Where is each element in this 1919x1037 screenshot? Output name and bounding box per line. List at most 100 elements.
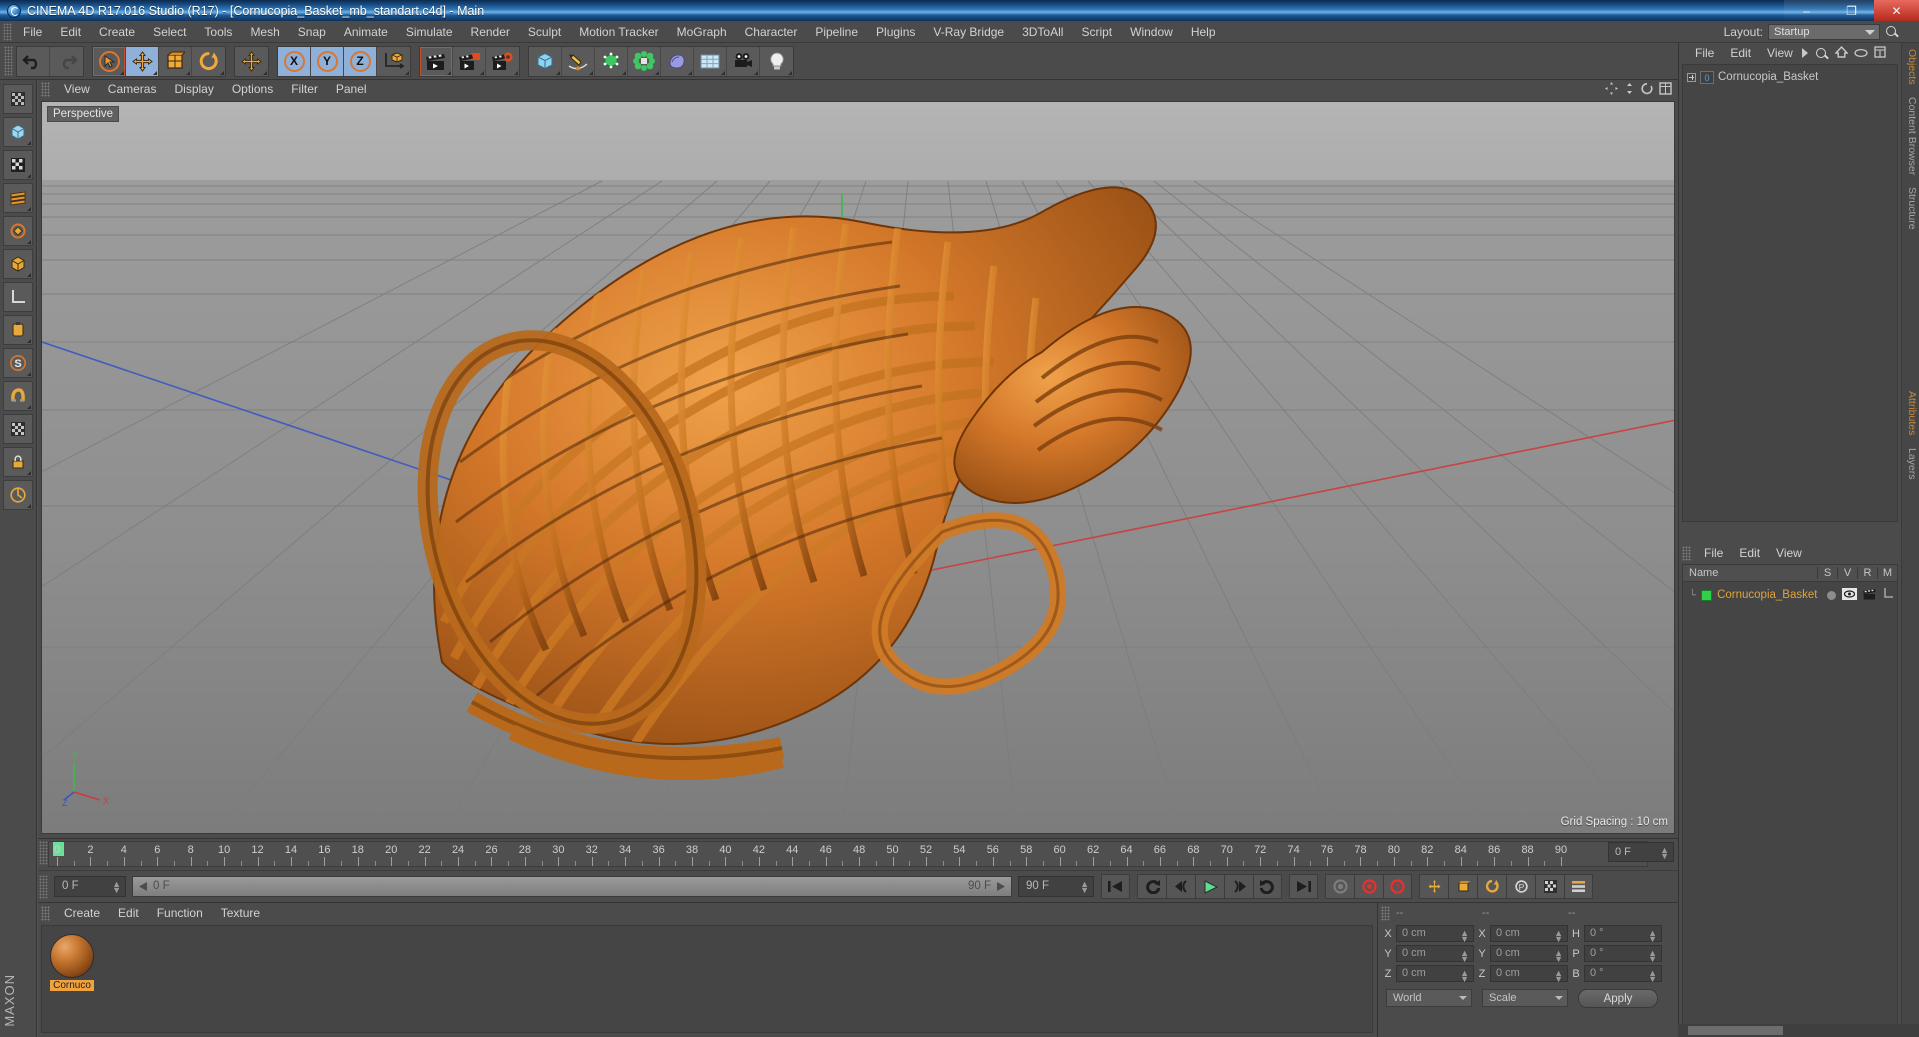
spinner-icon[interactable]: ▲ ▼ <box>112 880 121 895</box>
menu-vray-bridge[interactable]: V-Ray Bridge <box>924 21 1013 43</box>
layer-icon[interactable] <box>1884 588 1893 602</box>
rotate-view-icon[interactable] <box>1641 82 1654 95</box>
axis-mode-icon[interactable] <box>3 282 33 312</box>
right-panel-scrollbar[interactable] <box>1678 1024 1919 1037</box>
position-key-icon[interactable] <box>1419 874 1448 899</box>
spinner-icon[interactable]: ▲ ▼ <box>1554 929 1563 944</box>
spinner-icon[interactable]: ▲ ▼ <box>1648 929 1657 944</box>
model-mode-icon[interactable] <box>3 249 33 279</box>
coordinate-mode-dropdown[interactable]: Scale <box>1482 989 1568 1007</box>
generator-icon[interactable] <box>595 46 628 76</box>
home-icon[interactable] <box>1834 45 1849 61</box>
rotation-p-field[interactable]: 0 ° ▲ ▼ <box>1584 945 1662 964</box>
keyframe-help-icon[interactable]: ? <box>1383 874 1412 899</box>
viewport-menu-view[interactable]: View <box>55 80 99 99</box>
menu-plugins[interactable]: Plugins <box>867 21 924 43</box>
spinner-icon[interactable]: ▲ ▼ <box>1648 969 1657 984</box>
object-tree-item[interactable]: 0 Cornucopia_Basket <box>1683 68 1897 86</box>
light-icon[interactable] <box>760 47 793 76</box>
selection-dot-icon[interactable] <box>1827 590 1836 600</box>
spinner-icon[interactable]: ▲ ▼ <box>1460 949 1469 964</box>
toolbar-grip[interactable] <box>4 46 13 76</box>
deformer-icon[interactable] <box>628 46 661 76</box>
maximize-button[interactable]: ❐ <box>1829 0 1874 21</box>
render-view-icon[interactable] <box>420 46 453 76</box>
play-reverse-loop-icon[interactable] <box>1137 874 1166 899</box>
menu-snap[interactable]: Snap <box>289 21 335 43</box>
menu-mesh[interactable]: Mesh <box>241 21 288 43</box>
expand-toggle-icon[interactable] <box>1687 72 1696 82</box>
scale-key-icon[interactable] <box>1448 874 1477 899</box>
pla-key-icon[interactable] <box>1535 874 1564 899</box>
menu-edit[interactable]: Edit <box>51 21 90 43</box>
menu-simulate[interactable]: Simulate <box>397 21 462 43</box>
menu-create[interactable]: Create <box>90 21 144 43</box>
go-to-start-icon[interactable] <box>1101 874 1130 899</box>
render-visibility-icon[interactable] <box>1863 588 1878 603</box>
autokey-icon[interactable] <box>1354 874 1383 899</box>
menu-file[interactable]: File <box>14 21 51 43</box>
viewport-menu-panel[interactable]: Panel <box>327 80 376 99</box>
position-z-field[interactable]: 0 cm ▲ ▼ <box>1396 965 1474 984</box>
preview-range-slider[interactable]: 0 F 90 F <box>132 876 1012 897</box>
menu-script[interactable]: Script <box>1072 21 1121 43</box>
close-button[interactable]: ✕ <box>1874 0 1919 21</box>
rotate-icon[interactable] <box>192 47 225 76</box>
size-x-field[interactable]: 0 cm ▲ ▼ <box>1490 925 1568 944</box>
viewport-menu-filter[interactable]: Filter <box>282 80 327 99</box>
end-frame-field[interactable]: 90 F ▲ ▼ <box>1018 876 1094 897</box>
search-icon[interactable] <box>1815 47 1829 61</box>
record-active-objects-icon[interactable] <box>1325 874 1354 899</box>
go-to-end-icon[interactable] <box>1289 874 1318 899</box>
menu-animate[interactable]: Animate <box>335 21 397 43</box>
side-tab-structure[interactable]: Structure <box>1902 181 1919 236</box>
spinner-icon[interactable]: ▲ ▼ <box>1660 846 1669 861</box>
timeline-frame-field[interactable]: 0 F ▲ ▼ <box>1608 842 1674 862</box>
size-y-field[interactable]: 0 cm ▲ ▼ <box>1490 945 1568 964</box>
apply-button[interactable]: Apply <box>1578 988 1658 1008</box>
polygons-mode-icon[interactable] <box>3 216 33 246</box>
y-axis-icon[interactable]: Y <box>311 46 344 76</box>
viewport-solo-icon[interactable] <box>3 414 33 444</box>
pan-view-icon[interactable] <box>1605 82 1618 95</box>
material-list-area[interactable]: Cornuco <box>41 925 1373 1033</box>
coordinates-grip[interactable] <box>1381 905 1390 921</box>
viewport-menu-display[interactable]: Display <box>165 80 222 99</box>
render-settings-icon[interactable] <box>486 47 519 76</box>
x-axis-icon[interactable]: X <box>278 46 311 76</box>
loop-forward-icon[interactable] <box>1253 874 1282 899</box>
viewport-menu-grip[interactable] <box>41 82 50 97</box>
material-menu-function[interactable]: Function <box>148 903 212 923</box>
fit-icon[interactable] <box>1874 46 1886 61</box>
scrollbar-thumb[interactable] <box>1688 1026 1783 1035</box>
coordinate-system-dropdown[interactable]: World <box>1386 989 1472 1007</box>
menu-motion-tracker[interactable]: Motion Tracker <box>570 21 667 43</box>
position-x-field[interactable]: 0 cm ▲ ▼ <box>1396 925 1474 944</box>
rotation-h-field[interactable]: 0 ° ▲ ▼ <box>1584 925 1662 944</box>
object-mode-icon[interactable] <box>3 117 33 147</box>
size-z-field[interactable]: 0 cm ▲ ▼ <box>1490 965 1568 984</box>
menu-character[interactable]: Character <box>736 21 807 43</box>
cube-primitive-icon[interactable] <box>529 46 562 76</box>
side-tab-content-browser[interactable]: Content Browser <box>1902 91 1919 181</box>
side-tab-objects[interactable]: Objects <box>1902 43 1919 91</box>
points-mode-icon[interactable] <box>3 150 33 180</box>
menu-window[interactable]: Window <box>1121 21 1182 43</box>
attributes-list[interactable]: Name S V R M └ Cornucopia_Basket <box>1682 564 1898 1034</box>
current-frame-field[interactable]: 0 F ▲ ▼ <box>54 876 126 897</box>
texture-axis-icon[interactable] <box>3 84 33 114</box>
minimize-button[interactable]: – <box>1784 0 1829 21</box>
menu-tools[interactable]: Tools <box>195 21 241 43</box>
edges-mode-icon[interactable] <box>3 183 33 213</box>
menu-select[interactable]: Select <box>144 21 195 43</box>
timeline-settings-icon[interactable] <box>1564 874 1593 899</box>
soft-selection-icon[interactable]: S <box>3 348 33 378</box>
eye-icon[interactable] <box>1854 47 1868 61</box>
side-tab-attributes[interactable]: Attributes <box>1902 385 1919 441</box>
menu-grip[interactable] <box>3 22 12 41</box>
play-icon[interactable] <box>1195 874 1224 899</box>
perspective-viewport[interactable]: Perspective Grid Spacing : 10 cm Y X Z <box>41 101 1675 834</box>
maximize-view-icon[interactable] <box>1659 82 1672 95</box>
spinner-icon[interactable]: ▲ ▼ <box>1460 969 1469 984</box>
redo-icon[interactable] <box>50 47 83 76</box>
